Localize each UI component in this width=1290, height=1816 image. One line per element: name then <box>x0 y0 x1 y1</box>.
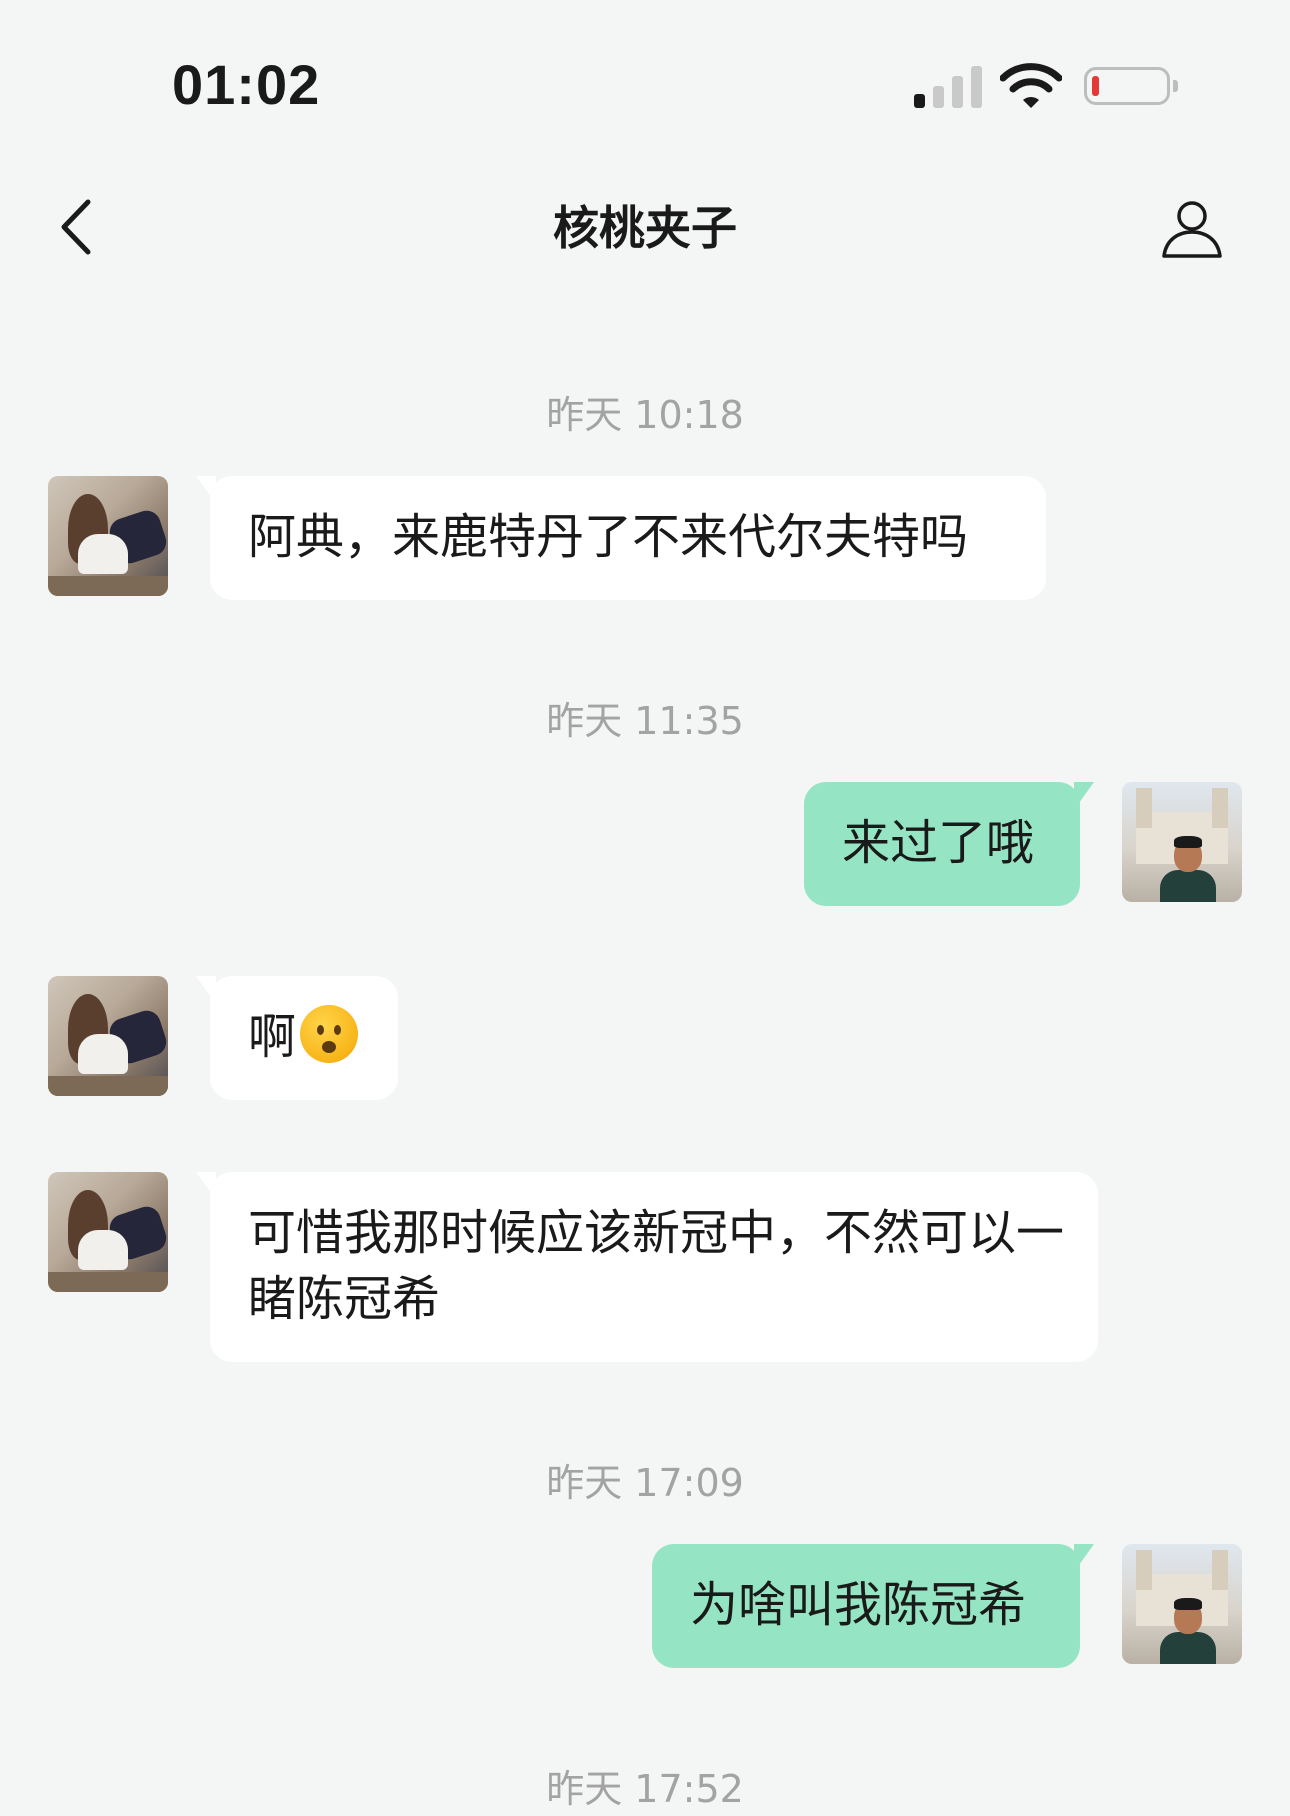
battery-level <box>1092 76 1099 96</box>
message-bubble-outgoing[interactable]: 为啥叫我陈冠希 <box>652 1544 1094 1668</box>
contact-avatar[interactable] <box>48 976 168 1096</box>
message-bubble-incoming[interactable]: 啊 <box>196 976 398 1100</box>
anguished-face-emoji-icon <box>300 1005 359 1063</box>
message-bubble-incoming[interactable]: 阿典，来鹿特丹了不来代尔夫特吗 <box>196 476 1046 600</box>
message-timestamp: 昨天 10:18 <box>546 393 744 437</box>
chat-screen: 01:02 核桃夹子 昨天 10:18 阿典，来鹿特丹了不来代尔夫特吗 昨天 1… <box>0 0 1290 1816</box>
my-avatar[interactable] <box>1122 1544 1242 1664</box>
person-icon <box>1162 201 1222 258</box>
message-text: 啊 <box>248 1009 297 1065</box>
profile-button[interactable] <box>1160 196 1224 260</box>
battery-icon <box>1084 67 1178 105</box>
message-timestamp: 昨天 17:09 <box>546 1461 744 1505</box>
status-time: 01:02 <box>172 53 321 116</box>
message-timestamp: 昨天 17:52 <box>546 1767 744 1811</box>
cellular-signal-icon <box>914 64 984 108</box>
contact-avatar[interactable] <box>48 476 168 596</box>
message-bubble-incoming[interactable]: 可惜我那时候应该新冠中，不然可以一睹陈冠希 <box>196 1172 1098 1362</box>
message-bubble-outgoing[interactable]: 来过了哦 <box>804 782 1094 906</box>
contact-avatar[interactable] <box>48 1172 168 1292</box>
chat-title: 核桃夹子 <box>553 201 737 255</box>
wifi-icon <box>1000 63 1062 108</box>
message-timestamp: 昨天 11:35 <box>546 699 744 743</box>
my-avatar[interactable] <box>1122 782 1242 902</box>
